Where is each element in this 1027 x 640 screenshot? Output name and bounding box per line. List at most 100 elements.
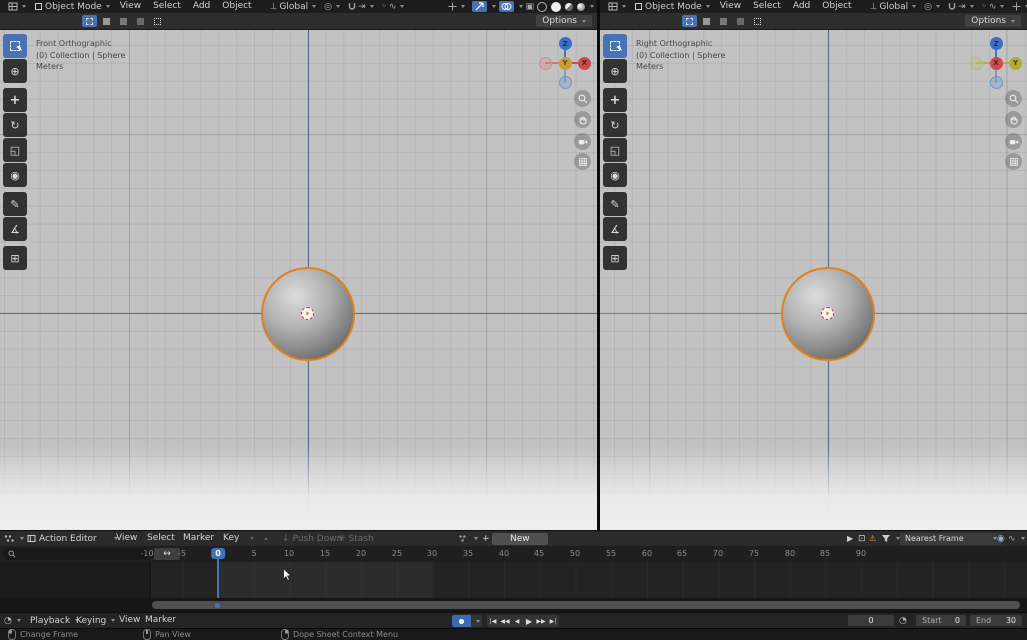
play-reverse-button[interactable]: ◀ — [511, 615, 523, 627]
tool-rotate[interactable]: ↻ — [3, 113, 27, 137]
add-action-plus[interactable]: + — [482, 531, 490, 546]
push-down-button[interactable]: ↓ Push Down — [282, 531, 342, 546]
gizmo-minus-z-ball[interactable] — [559, 76, 572, 89]
menu-view[interactable]: View — [110, 531, 143, 546]
menu-select[interactable]: Select — [747, 0, 787, 13]
xray-toggle[interactable]: ▣ — [525, 2, 534, 12]
falloff-dropdown[interactable]: ∿ — [1008, 531, 1025, 546]
stash-button[interactable]: ✳ Stash — [338, 531, 374, 546]
shading-wireframe-button[interactable] — [537, 2, 547, 12]
playhead-line[interactable] — [217, 556, 219, 598]
shading-material-button[interactable] — [565, 3, 573, 11]
toggle-ortho-button[interactable] — [574, 153, 591, 170]
tool-select-box[interactable] — [3, 34, 27, 58]
action-editor-mode-dropdown[interactable]: Action Editor — [27, 531, 118, 546]
show-overlays-toggle[interactable] — [499, 1, 514, 12]
pivot-point-dropdown[interactable]: ◎ — [920, 2, 944, 12]
options-button[interactable]: Options — [536, 15, 592, 27]
snap-dropdown[interactable]: ⇥ — [344, 2, 378, 12]
playhead-sync-toggle[interactable]: ▶ — [847, 531, 853, 546]
menu-object[interactable]: Object — [216, 0, 257, 13]
jump-to-end-button[interactable]: ▶| — [547, 615, 559, 627]
pan-button[interactable] — [574, 111, 591, 128]
tool-annotate[interactable]: ✎ — [3, 192, 27, 216]
transform-orientation-dropdown[interactable]: ⊥ Global — [266, 2, 321, 12]
editor-type-button[interactable] — [4, 531, 24, 546]
zoom-handle-button[interactable]: ↔ — [154, 548, 180, 560]
gizmo-y-ball[interactable]: Y — [559, 57, 572, 70]
menu-view[interactable]: View — [714, 0, 747, 13]
pivot-point-dropdown[interactable]: ◎ — [320, 2, 344, 12]
jump-to-start-button[interactable]: |◀ — [487, 615, 499, 627]
select-mode-extend[interactable] — [99, 15, 114, 27]
gizmos-dropdown[interactable] — [1008, 2, 1027, 11]
tool-measure[interactable]: ∡ — [3, 217, 27, 241]
layer-down-button[interactable] — [248, 531, 254, 546]
viewport-canvas-front[interactable]: Front Orthographic (0) Collection | Sphe… — [0, 30, 598, 530]
navigation-gizmo[interactable]: Z X Y — [539, 37, 591, 89]
end-frame-field[interactable]: End 30 — [970, 615, 1022, 626]
pan-button[interactable] — [1005, 111, 1022, 128]
tool-add-cube[interactable]: ⊞ — [603, 246, 627, 270]
action-browse-dropdown[interactable] — [458, 531, 478, 546]
select-mode-subtract[interactable] — [716, 15, 731, 27]
gizmo-y-ball[interactable]: Y — [1009, 57, 1022, 70]
scrollbar-handle[interactable] — [152, 601, 1020, 609]
gizmo-minus-y-ball[interactable] — [970, 57, 983, 70]
filter-dropdown[interactable] — [881, 531, 900, 546]
viewport-canvas-right[interactable]: Right Orthographic (0) Collection | Sphe… — [600, 30, 1027, 530]
menu-marker[interactable]: Marker — [139, 613, 182, 628]
auto-keying-toggle[interactable] — [452, 615, 471, 627]
toggle-ortho-button[interactable] — [1005, 153, 1022, 170]
menu-object[interactable]: Object — [816, 0, 857, 13]
menu-select[interactable]: Select — [147, 0, 187, 13]
gizmo-z-ball[interactable]: Z — [559, 37, 572, 50]
tool-annotate[interactable]: ✎ — [603, 192, 627, 216]
menu-keying[interactable]: Keying — [76, 613, 115, 628]
editor-type-button[interactable]: ◔ — [4, 613, 21, 628]
dopesheet-ruler[interactable]: ↔ -10 -5 5 10 15 20 25 30 35 40 45 50 55… — [0, 546, 1027, 562]
object-mode-dropdown[interactable]: Object Mode — [30, 2, 114, 12]
proportional-editing-dropdown[interactable]: ◦ ∿ — [978, 2, 1009, 12]
menu-playback[interactable]: Playback — [30, 613, 79, 628]
menu-key[interactable]: Key — [217, 531, 245, 546]
auto-keying-dropdown[interactable] — [471, 615, 482, 627]
menu-marker[interactable]: Marker — [177, 531, 220, 546]
select-mode-invert[interactable] — [733, 15, 748, 27]
tool-transform[interactable]: ◉ — [3, 163, 27, 187]
menu-add[interactable]: Add — [187, 0, 216, 13]
camera-view-button[interactable] — [1005, 133, 1022, 150]
select-mode-intersect[interactable] — [750, 15, 765, 27]
tool-cursor[interactable]: ⊕ — [3, 59, 27, 83]
channel-search-input[interactable] — [3, 548, 149, 560]
dopesheet-main[interactable] — [0, 562, 1027, 598]
gizmo-z-ball[interactable]: Z — [990, 37, 1003, 50]
select-mode-set[interactable] — [82, 15, 97, 27]
tool-add-cube[interactable]: ⊞ — [3, 246, 27, 270]
navigation-gizmo[interactable]: Z Y X — [970, 37, 1022, 89]
tool-move[interactable]: + — [603, 88, 627, 112]
object-mode-dropdown[interactable]: Object Mode — [630, 2, 714, 12]
menu-view[interactable]: View — [114, 0, 147, 13]
options-button[interactable]: Options — [965, 15, 1021, 27]
gizmo-x-ball[interactable]: X — [578, 57, 591, 70]
tool-measure[interactable]: ∡ — [603, 217, 627, 241]
prev-keyframe-button[interactable]: ◀◀ — [499, 615, 511, 627]
select-mode-intersect[interactable] — [150, 15, 165, 27]
gizmo-minus-x-ball[interactable] — [539, 57, 552, 70]
menu-add[interactable]: Add — [787, 0, 816, 13]
tool-move[interactable]: + — [3, 88, 27, 112]
tool-scale[interactable]: ◱ — [3, 138, 27, 162]
proportional-editing-dropdown[interactable]: ◦ ∿ — [378, 2, 409, 12]
gizmo-x-ball[interactable]: X — [990, 57, 1003, 70]
editor-type-button[interactable] — [604, 2, 630, 11]
normalize-toggle[interactable]: ⊡ — [858, 531, 866, 546]
horizontal-scrollbar[interactable] — [0, 598, 1027, 612]
snap-mode-dropdown[interactable]: Nearest Frame — [900, 531, 1002, 546]
start-frame-field[interactable]: Start 0 — [916, 615, 966, 626]
camera-view-button[interactable] — [574, 133, 591, 150]
zoom-button[interactable] — [574, 90, 591, 107]
editor-type-button[interactable] — [4, 2, 30, 11]
transform-orientation-dropdown[interactable]: ⊥ Global — [866, 2, 921, 12]
use-preview-range-button[interactable]: ◔ — [899, 613, 907, 628]
